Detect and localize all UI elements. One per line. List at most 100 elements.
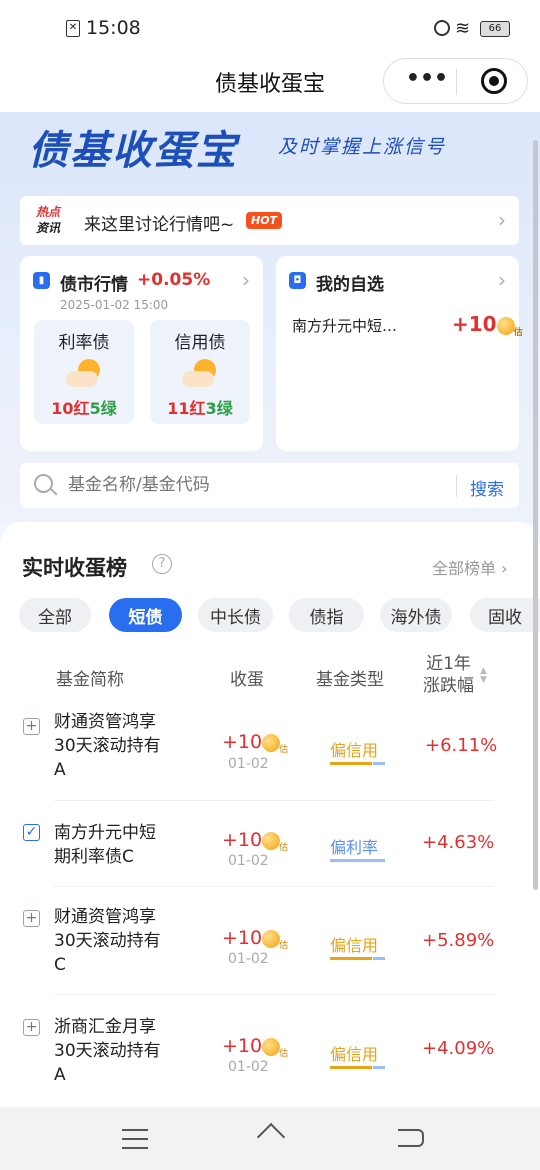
tab-mid-long-bond[interactable]: 中长债 [198, 598, 273, 632]
egg-value: +10 估 [222, 829, 288, 853]
banner-slogan: 及时掌握上涨信号 [278, 136, 447, 158]
fund-name-line: 浙商汇金月享 [54, 1017, 156, 1037]
close-miniprogram-icon[interactable] [481, 68, 507, 94]
tab-overseas-bond[interactable]: 海外债 [380, 598, 452, 632]
chevron-right-icon: › [498, 268, 506, 292]
news-text: 来这里讨论行情吧~ [84, 215, 235, 235]
fund-name-line: 财通资管鸿享 [54, 907, 156, 927]
capsule-menu: ••• [383, 58, 528, 104]
chevron-right-icon: › [501, 559, 508, 578]
search-button[interactable]: 搜索 [470, 475, 504, 500]
rate-bond-green: 5绿 [89, 399, 117, 418]
back-icon[interactable] [398, 1129, 424, 1147]
market-title: 债市行情 [60, 275, 128, 295]
sort-icon[interactable]: ▲ ▼ [480, 667, 487, 685]
home-icon[interactable] [256, 1122, 286, 1152]
fund-name: 财通资管鸿享 30天滚动持有 C [54, 905, 161, 977]
egg-date: 01-02 [228, 951, 269, 967]
tab-bond-index[interactable]: 债指 [289, 598, 364, 632]
favorites-card[interactable]: ◘ 我的自选 › 南方升元中短… +10 估 [276, 256, 523, 451]
all-rankings-label: 全部榜单 [432, 559, 497, 578]
fund-name-line: 期利率债C [54, 847, 134, 867]
add-checkbox[interactable]: + [23, 718, 40, 735]
help-icon[interactable]: ? [152, 554, 172, 574]
fund-name-line: 30天滚动持有 [54, 1041, 161, 1061]
header-egg: 收蛋 [230, 670, 264, 690]
hot-badge: HOT [246, 212, 283, 229]
partly-cloudy-icon [64, 359, 104, 389]
estimate-badge: 估 [513, 327, 523, 338]
all-rankings-link[interactable]: 全部榜单 › [432, 555, 508, 579]
sim-icon: ✕ [66, 20, 80, 37]
egg-date: 01-02 [228, 1059, 269, 1075]
egg-icon: 估 [262, 929, 288, 951]
favorite-fund-name[interactable]: 南方升元中短… [292, 315, 397, 336]
favorite-fund-value: +10 估 [452, 312, 523, 338]
header-name: 基金简称 [56, 670, 124, 690]
scrollbar[interactable] [533, 140, 538, 890]
rate-bond-red: 10红 [51, 399, 90, 418]
credit-bond-card[interactable]: 信用债 11红3绿 [150, 320, 250, 424]
egg-date: 01-02 [228, 756, 269, 772]
egg-date: 01-02 [228, 853, 269, 869]
wifi-icon: ≋ [455, 18, 471, 39]
more-icon[interactable]: ••• [402, 67, 452, 95]
egg-value-text: +10 [222, 927, 263, 949]
status-time: 15:08 [86, 17, 141, 39]
type-bar [330, 762, 372, 765]
tab-all[interactable]: 全部 [19, 598, 91, 632]
table-row[interactable]: + 财通资管鸿享 30天滚动持有 A +10 估 01-02 偏信用 +6.11% [0, 706, 540, 801]
fund-name-line: 财通资管鸿享 [54, 712, 156, 732]
fund-name: 财通资管鸿享 30天滚动持有 A [54, 710, 161, 782]
news-bar[interactable]: 热点 资讯 来这里讨论行情吧~ HOT › [20, 196, 519, 245]
egg-value-text: +10 [222, 1035, 263, 1057]
ranking-title: 实时收蛋榜 [22, 556, 127, 580]
tab-short-bond[interactable]: 短债 [109, 598, 182, 632]
add-checkbox[interactable]: + [23, 1019, 40, 1036]
battery-level: 66 [488, 23, 502, 34]
fund-name-line: A [54, 1065, 66, 1085]
nav-bar: 债基收蛋宝 ••• [0, 48, 540, 114]
header-change-line1: 近1年 [426, 654, 471, 674]
search-icon [34, 474, 58, 496]
table-row[interactable]: ✓ 南方升元中短 期利率债C +10 估 01-02 偏利率 +4.63% [0, 801, 540, 887]
bookmark-icon: ◘ [289, 272, 306, 289]
system-nav-bar [0, 1107, 540, 1170]
checked-checkbox[interactable]: ✓ [23, 824, 40, 841]
estimate-badge: 估 [279, 842, 289, 853]
fund-name-line: 南方升元中短 [54, 823, 156, 843]
battery-icon: 66 [480, 21, 510, 37]
tab-fixed-income[interactable]: 固收 [470, 598, 540, 632]
fund-type: 偏信用 [330, 1045, 379, 1064]
rate-bond-card[interactable]: 利率债 10红5绿 [34, 320, 134, 424]
fund-name: 浙商汇金月享 30天滚动持有 A [54, 1015, 161, 1087]
news-tag-line2: 资讯 [36, 221, 61, 235]
chevron-right-icon: › [242, 268, 250, 292]
search-divider [456, 475, 457, 497]
menu-icon[interactable] [122, 1129, 148, 1149]
egg-value: +10 估 [222, 1035, 288, 1059]
header-change-line2: 涨跌幅 [423, 676, 474, 696]
table-row[interactable]: + 浙商汇金月享 30天滚动持有 A +10 估 01-02 偏信用 +4.09% [0, 995, 540, 1107]
market-card[interactable]: ▮ 债市行情 +0.05% › 2025-01-02 15:00 利率债 10红… [20, 256, 263, 451]
search-input[interactable] [68, 471, 448, 499]
change-value: +5.89% [422, 930, 495, 951]
estimate-badge: 估 [279, 940, 289, 951]
fund-name-line: 30天滚动持有 [54, 931, 161, 951]
fund-name-line: C [54, 955, 66, 975]
fund-type: 偏信用 [330, 936, 379, 955]
favorites-title: 我的自选 [316, 275, 384, 295]
market-change: +0.05% [137, 270, 211, 290]
fund-name-line: 30天滚动持有 [54, 736, 161, 756]
add-checkbox[interactable]: + [23, 910, 40, 927]
estimate-badge: 估 [279, 744, 289, 755]
market-time: 2025-01-02 15:00 [60, 298, 169, 312]
change-value: +6.11% [425, 735, 498, 756]
type-bar [330, 1066, 372, 1069]
fund-name-line: A [54, 760, 66, 780]
egg-icon: 估 [262, 733, 288, 755]
chart-icon: ▮ [33, 272, 50, 289]
header-change[interactable]: 近1年 涨跌幅 [423, 653, 474, 697]
type-bar [330, 957, 372, 960]
table-row[interactable]: + 财通资管鸿享 30天滚动持有 C +10 估 01-02 偏信用 +5.89% [0, 887, 540, 995]
